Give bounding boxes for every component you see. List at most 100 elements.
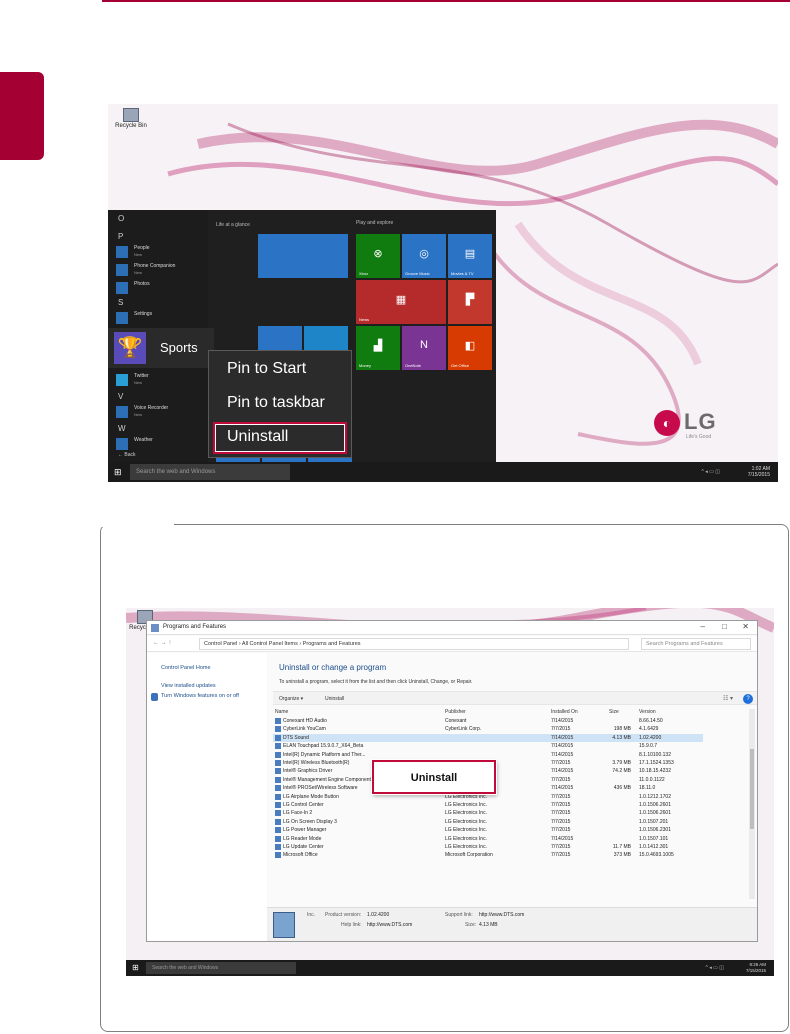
taskbar-search-box[interactable]: Search the web and Windows bbox=[146, 962, 296, 974]
column-header-name[interactable]: Name bbox=[275, 709, 288, 715]
flipboard-icon: ▛ bbox=[465, 294, 475, 307]
column-header-version[interactable]: Version bbox=[639, 709, 656, 715]
app-item-photos[interactable]: Photos bbox=[116, 280, 206, 298]
column-header-publisher[interactable]: Publisher bbox=[445, 709, 466, 715]
letter-header[interactable]: P bbox=[118, 232, 123, 241]
shield-icon bbox=[151, 693, 158, 701]
tile-groove-music[interactable]: ◎ Groove Music bbox=[402, 234, 446, 278]
close-button[interactable]: ✕ bbox=[742, 622, 749, 631]
table-row[interactable]: LG Face-In 2 LG Electronics Inc. 7/7/2015 1… bbox=[273, 809, 703, 817]
program-publisher: LG Electronics Inc. bbox=[445, 835, 487, 842]
help-icon[interactable]: ? bbox=[743, 694, 753, 704]
app-item-phone-companion[interactable]: Phone Companion New bbox=[116, 262, 206, 280]
tile-get-office[interactable]: ◧ Get Office bbox=[448, 326, 492, 370]
windows-start-icon[interactable]: ⊞ bbox=[132, 963, 139, 972]
uninstall-toolbar-button[interactable]: Uninstall bbox=[325, 696, 344, 702]
tile-group-label: Life at a glance bbox=[216, 222, 250, 228]
details-publisher: Inc. bbox=[307, 912, 316, 918]
maximize-button[interactable]: □ bbox=[722, 622, 727, 631]
taskbar-search-box[interactable]: Search the web and Windows bbox=[130, 464, 290, 480]
program-version: 11.0.0.1122 bbox=[639, 776, 665, 783]
toolbar: Organize ▾ Uninstall ☷ ▾ ? bbox=[273, 691, 757, 705]
system-tray-icons[interactable]: ^ ◂ ▭ ◫ bbox=[702, 469, 720, 475]
tile-news[interactable]: ▦ News bbox=[356, 280, 446, 324]
back-button[interactable]: ← Back bbox=[118, 452, 136, 458]
app-sub: New bbox=[134, 412, 143, 417]
table-row[interactable]: CyberLink YouCam CyberLink Corp. 7/7/2015 1… bbox=[273, 725, 703, 733]
table-row[interactable]: Microsoft Office Microsoft Corporation 7/7… bbox=[273, 851, 703, 859]
app-sub: New bbox=[134, 380, 143, 385]
view-options-icon[interactable]: ☷ ▾ bbox=[723, 695, 733, 702]
table-row[interactable]: LG Update Center LG Electronics Inc. 7/7/2… bbox=[273, 843, 703, 851]
help-link-label: Help link: bbox=[341, 922, 362, 928]
product-version-label: Product version: bbox=[325, 912, 362, 918]
app-item-people[interactable]: People New bbox=[116, 244, 206, 262]
letter-header[interactable]: V bbox=[118, 392, 123, 401]
table-row[interactable]: LG Reader Mode LG Electronics Inc. 7/14/20… bbox=[273, 835, 703, 843]
table-row[interactable]: LG Control Center LG Electronics Inc. 7/7/… bbox=[273, 801, 703, 809]
film-icon: ▤ bbox=[464, 248, 476, 261]
view-installed-updates-link[interactable]: View installed updates bbox=[161, 683, 216, 689]
organize-button[interactable]: Organize ▾ bbox=[279, 696, 303, 702]
system-tray-icons[interactable]: ^ ◂ ▭ ◫ bbox=[706, 965, 724, 971]
music-icon: ◎ bbox=[419, 248, 429, 261]
table-row[interactable]: Conexant HD Audio Conexant 7/14/2015 8.66.1… bbox=[273, 717, 703, 725]
taskbar-clock[interactable]: 1:02 AM 7/15/2015 bbox=[748, 466, 770, 478]
support-link[interactable]: http://www.DTS.com bbox=[479, 912, 524, 918]
app-item-voice-recorder[interactable]: Voice Recorder New bbox=[116, 404, 206, 422]
program-publisher: LG Electronics Inc. bbox=[445, 844, 487, 850]
taskbar: ⊞ Search the web and Windows ^ ◂ ▭ ◫ 8:2… bbox=[126, 960, 774, 976]
help-link[interactable]: http://www.DTS.com bbox=[367, 922, 412, 928]
details-pane: Inc. Product version: 1.02.4200 Support … bbox=[267, 907, 757, 941]
lg-logo-mark: ◐ bbox=[654, 410, 680, 436]
letter-header[interactable]: O bbox=[118, 214, 124, 223]
nav-buttons[interactable]: ← → ↑ bbox=[153, 640, 171, 646]
app-item-settings[interactable]: Settings bbox=[116, 310, 206, 328]
letter-header[interactable]: W bbox=[118, 424, 126, 433]
breadcrumb[interactable]: Control Panel › All Control Panel Items … bbox=[199, 638, 629, 650]
table-row[interactable]: ELAN Touchpad 15.9.0.7_X64_Beta 7/14/2015… bbox=[273, 742, 703, 750]
tile-money[interactable]: ▟ Money bbox=[356, 326, 400, 370]
uninstall-highlight bbox=[213, 422, 347, 454]
program-size: 373 MB bbox=[613, 852, 631, 859]
program-installed-on: 7/7/2015 bbox=[551, 802, 571, 808]
tile-xbox[interactable]: ⊗ Xbox bbox=[356, 234, 400, 278]
program-publisher: Conexant bbox=[445, 718, 467, 724]
letter-header[interactable]: S bbox=[118, 298, 123, 307]
taskbar-clock[interactable]: 8:26 AM 7/15/2015 bbox=[746, 962, 766, 974]
pin-to-start-item[interactable]: Pin to Start bbox=[227, 360, 306, 378]
table-row[interactable]: LG On Screen Display 3 LG Electronics Inc… bbox=[273, 818, 703, 826]
program-version: 8.1.10100.132 bbox=[639, 751, 671, 758]
office-icon: ◧ bbox=[464, 340, 476, 353]
program-publisher: Microsoft Corporation bbox=[445, 852, 493, 859]
table-row[interactable]: Intel(R) Dynamic Platform and Ther... 7/1… bbox=[273, 751, 703, 759]
windows-start-icon[interactable]: ⊞ bbox=[114, 467, 122, 478]
scrollbar-thumb[interactable] bbox=[750, 749, 754, 829]
app-item-twitter[interactable]: Twitter New bbox=[116, 372, 206, 390]
column-header-installed-on[interactable]: Installed On bbox=[551, 709, 578, 715]
uninstall-popup-button[interactable]: Uninstall bbox=[372, 760, 496, 794]
program-size: 11.7 MB bbox=[612, 844, 631, 850]
search-input[interactable]: Search Programs and Features bbox=[641, 638, 751, 650]
column-header-size[interactable]: Size bbox=[609, 709, 619, 715]
desktop-recycle-bin-icon[interactable]: Recycle Bin bbox=[114, 108, 148, 129]
table-row[interactable]: LG Power Manager LG Electronics Inc. 7/7/2… bbox=[273, 826, 703, 834]
pin-to-taskbar-item[interactable]: Pin to taskbar bbox=[227, 394, 325, 412]
tile-flipboard[interactable]: ▛ bbox=[448, 280, 492, 324]
app-item-sports[interactable]: 🏆 Sports bbox=[108, 328, 214, 368]
control-panel-home-link[interactable]: Control Panel Home bbox=[161, 665, 211, 671]
tile-movies-tv[interactable]: ▤ Movies & TV bbox=[448, 234, 492, 278]
program-size: 198 MB bbox=[613, 726, 631, 733]
table-row[interactable]: DTS Sound 7/14/2015 4.13 MB 1.02.4200 bbox=[273, 733, 703, 743]
scrollbar[interactable] bbox=[749, 709, 755, 899]
program-size: 3.79 MB bbox=[612, 760, 631, 766]
program-icon bbox=[275, 818, 281, 825]
tile-calendar[interactable] bbox=[258, 234, 348, 278]
windows-features-link[interactable]: Turn Windows features on or off bbox=[161, 693, 261, 699]
program-installed-on: 7/7/2015 bbox=[551, 852, 571, 859]
program-installed-on: 7/14/2015 bbox=[551, 835, 574, 842]
minimize-button[interactable]: – bbox=[701, 622, 705, 631]
program-name: LG Control Center bbox=[283, 802, 324, 808]
tile-onenote[interactable]: N OneNote bbox=[402, 326, 446, 370]
product-version-value: 1.02.4200 bbox=[367, 912, 390, 918]
